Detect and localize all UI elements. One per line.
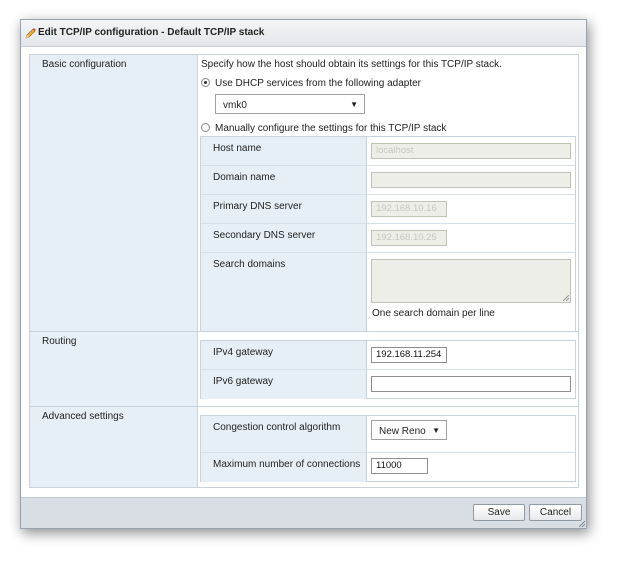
pencil-icon	[25, 28, 36, 39]
resize-grip-icon[interactable]	[579, 521, 585, 527]
primary-dns-row: Primary DNS server 192.168.10.16	[201, 195, 575, 224]
basic-configuration-sidebar: Basic configuration	[30, 55, 198, 343]
chevron-down-icon: ▼	[432, 426, 440, 435]
adapter-select-value: vmk0	[223, 100, 247, 111]
secondary-dns-label: Secondary DNS server	[213, 230, 316, 241]
search-domains-hint: One search domain per line	[372, 308, 495, 319]
domain-name-row: Domain name	[201, 166, 575, 195]
ipv6-gateway-row: IPv6 gateway	[201, 370, 575, 399]
host-name-row: Host name localhost	[201, 137, 575, 166]
domain-name-label: Domain name	[213, 172, 276, 183]
cancel-button[interactable]: Cancel	[529, 504, 582, 521]
max-connections-label-cell: Maximum number of connections	[201, 453, 367, 482]
advanced-settings-section: Advanced settings Congestion control alg…	[29, 406, 579, 488]
host-name-input[interactable]: localhost	[371, 143, 571, 159]
advanced-settings-sidebar: Advanced settings	[30, 407, 198, 487]
host-name-label-cell: Host name	[201, 137, 367, 165]
primary-dns-label: Primary DNS server	[213, 201, 302, 212]
basic-description: Specify how the host should obtain its s…	[201, 59, 502, 70]
search-domains-label: Search domains	[213, 259, 286, 270]
congestion-row: Congestion control algorithm New Reno ▼	[201, 416, 575, 453]
ipv4-gateway-label-cell: IPv4 gateway	[201, 341, 367, 369]
max-connections-row: Maximum number of connections 11000	[201, 453, 575, 482]
domain-name-input[interactable]	[371, 172, 571, 188]
primary-dns-input[interactable]: 192.168.10.16	[371, 201, 447, 217]
domain-name-label-cell: Domain name	[201, 166, 367, 194]
max-connections-input[interactable]: 11000	[371, 458, 428, 474]
adapter-select[interactable]: vmk0 ▼	[215, 94, 365, 114]
dialog-titlebar[interactable]: Edit TCP/IP configuration - Default TCP/…	[21, 20, 586, 47]
resize-grip-icon[interactable]	[563, 295, 569, 301]
ipv4-gateway-row: IPv4 gateway 192.168.11.254	[201, 341, 575, 370]
manual-settings-table: Host name localhost Domain name Primary …	[200, 136, 576, 342]
secondary-dns-label-cell: Secondary DNS server	[201, 224, 367, 252]
search-domains-row: Search domains One search domain per lin…	[201, 253, 575, 341]
dialog-footer: Save Cancel	[21, 497, 586, 528]
advanced-settings-label: Advanced settings	[42, 411, 124, 422]
edit-tcpip-dialog: Edit TCP/IP configuration - Default TCP/…	[20, 19, 587, 529]
routing-table: IPv4 gateway 192.168.11.254 IPv6 gateway	[200, 340, 576, 399]
primary-dns-label-cell: Primary DNS server	[201, 195, 367, 223]
search-domains-textarea[interactable]	[371, 259, 571, 303]
dhcp-option-label[interactable]: Use DHCP services from the following ada…	[215, 78, 421, 89]
search-domains-label-cell: Search domains	[201, 253, 367, 341]
advanced-settings-table: Congestion control algorithm New Reno ▼ …	[200, 415, 576, 482]
manual-option-label[interactable]: Manually configure the settings for this…	[215, 123, 446, 134]
basic-configuration-label: Basic configuration	[42, 59, 127, 70]
congestion-label-cell: Congestion control algorithm	[201, 416, 367, 452]
congestion-select[interactable]: New Reno ▼	[371, 420, 447, 440]
ipv6-gateway-input[interactable]	[371, 376, 571, 392]
chevron-down-icon: ▼	[350, 100, 358, 109]
routing-label: Routing	[42, 336, 77, 347]
manual-radio[interactable]	[201, 123, 210, 132]
save-button[interactable]: Save	[473, 504, 525, 521]
congestion-label: Congestion control algorithm	[213, 422, 341, 433]
host-name-label: Host name	[213, 143, 262, 154]
ipv6-gateway-label-cell: IPv6 gateway	[201, 370, 367, 399]
congestion-select-value: New Reno	[379, 426, 426, 437]
routing-sidebar: Routing	[30, 332, 198, 406]
ipv4-gateway-label: IPv4 gateway	[213, 347, 274, 358]
max-connections-label: Maximum number of connections	[213, 459, 361, 470]
secondary-dns-input[interactable]: 192.168.10.25	[371, 230, 447, 246]
routing-section: Routing IPv4 gateway 192.168.11.254 IPv6…	[29, 331, 579, 407]
dhcp-radio[interactable]	[201, 78, 210, 87]
secondary-dns-row: Secondary DNS server 192.168.10.25	[201, 224, 575, 253]
ipv6-gateway-label: IPv6 gateway	[213, 376, 274, 387]
basic-configuration-section: Basic configuration Specify how the host…	[29, 54, 579, 344]
dialog-title: Edit TCP/IP configuration - Default TCP/…	[38, 27, 265, 38]
ipv4-gateway-input[interactable]: 192.168.11.254	[371, 347, 447, 363]
